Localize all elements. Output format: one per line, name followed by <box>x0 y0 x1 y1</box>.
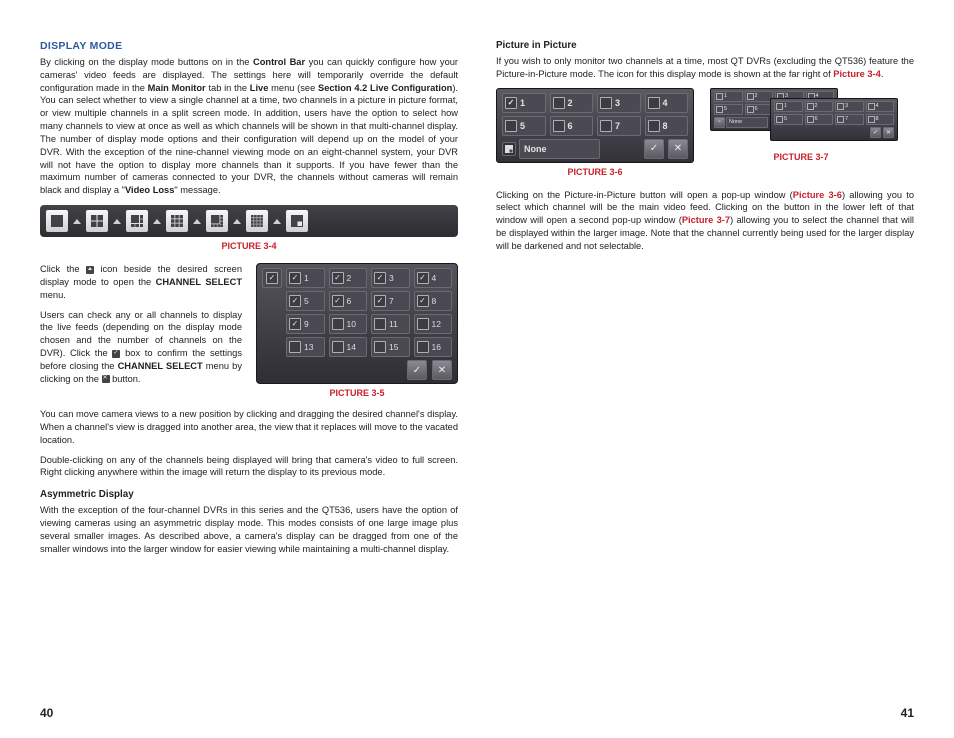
para-pip-explain: Clicking on the Picture-in-Picture butto… <box>496 189 914 253</box>
caption-picture-3-4: PICTURE 3-4 <box>40 241 458 251</box>
asym-view-icon[interactable] <box>206 210 228 232</box>
channel-checkbox[interactable]: 9 <box>286 314 325 334</box>
pip-view-icon[interactable] <box>286 210 308 232</box>
para-channel-select-2: Users can check any or all channels to d… <box>40 309 242 386</box>
para-displaymode: By clicking on the display mode buttons … <box>40 56 458 197</box>
confirm-button[interactable]: ✓ <box>870 127 881 138</box>
heading-display-mode: DISPLAY MODE <box>40 40 458 52</box>
sixteen-view-icon[interactable] <box>246 210 268 232</box>
check-icon <box>112 350 120 358</box>
pip-channel[interactable]: 2 <box>550 93 594 113</box>
pip-channel[interactable]: 8 <box>645 116 689 136</box>
channel-checkbox[interactable]: 13 <box>286 337 325 357</box>
arrow-up-icon[interactable] <box>113 219 121 224</box>
close-button[interactable]: ✕ <box>668 139 688 159</box>
channel-checkbox[interactable]: 8 <box>414 291 453 311</box>
pip-channel[interactable]: 1 <box>502 93 546 113</box>
pip-sub-button[interactable]: ▫ <box>714 117 725 128</box>
quad-view-icon[interactable] <box>86 210 108 232</box>
arrow-up-icon[interactable] <box>233 219 241 224</box>
close-button[interactable]: ✕ <box>883 127 894 138</box>
arrow-up-icon <box>86 266 94 274</box>
pip-sub-button[interactable] <box>502 142 516 156</box>
channel-checkbox[interactable]: 4 <box>414 268 453 288</box>
pip-channel[interactable]: 1 <box>714 91 743 102</box>
para-drag: You can move camera views to a new posit… <box>40 408 458 446</box>
arrow-up-icon[interactable] <box>193 219 201 224</box>
pip-channel[interactable]: 6 <box>550 116 594 136</box>
pip-selector-large: 1 2 3 4 5 6 7 8 None <box>496 88 694 163</box>
channel-checkbox[interactable]: 16 <box>414 337 453 357</box>
confirm-button[interactable]: ✓ <box>407 360 427 380</box>
channel-checkbox[interactable]: 1 <box>286 268 325 288</box>
pip-channel[interactable]: 3 <box>597 93 641 113</box>
para-pip-intro: If you wish to only monitor two channels… <box>496 55 914 81</box>
channel-checkbox[interactable]: 5 <box>286 291 325 311</box>
heading-pip: Picture in Picture <box>496 40 914 51</box>
arrow-up-icon[interactable] <box>273 219 281 224</box>
pip-channel[interactable]: 7 <box>597 116 641 136</box>
channel-checkbox[interactable]: 2 <box>329 268 368 288</box>
channel-checkbox[interactable]: 6 <box>329 291 368 311</box>
channel-checkbox[interactable]: 11 <box>371 314 410 334</box>
close-button[interactable]: ✕ <box>432 360 452 380</box>
channel-checkbox[interactable]: 15 <box>371 337 410 357</box>
channel-checkbox[interactable]: 12 <box>414 314 453 334</box>
pip-none-option[interactable]: None <box>519 139 600 159</box>
channel-checkbox[interactable]: 10 <box>329 314 368 334</box>
page-number-left: 40 <box>40 706 53 720</box>
arrow-up-icon[interactable] <box>73 219 81 224</box>
pip-channel[interactable]: 5 <box>502 116 546 136</box>
caption-picture-3-5: PICTURE 3-5 <box>256 388 458 398</box>
page-number-right: 41 <box>901 706 914 720</box>
single-view-icon[interactable] <box>46 210 68 232</box>
confirm-button[interactable]: ✓ <box>644 139 664 159</box>
channel-checkbox[interactable]: 7 <box>371 291 410 311</box>
channel-checkbox[interactable]: 14 <box>329 337 368 357</box>
nine-view-icon[interactable] <box>166 210 188 232</box>
caption-picture-3-6: PICTURE 3-6 <box>496 167 694 177</box>
caption-picture-3-7: PICTURE 3-7 <box>710 152 892 162</box>
para-channel-select-1: Click the icon beside the desired screen… <box>40 263 242 301</box>
heading-asymmetric: Asymmetric Display <box>40 489 458 500</box>
close-icon <box>102 375 110 383</box>
pip-selector-cascade: 1234 5678 ▫None 1234 5678 ✓✕ <box>710 88 892 144</box>
pip-none-option[interactable]: None <box>726 117 768 128</box>
arrow-up-icon[interactable] <box>153 219 161 224</box>
para-dblclick: Double-clicking on any of the channels b… <box>40 454 458 480</box>
channel-select-panel: 1 2 3 4 5 6 7 8 9 10 <box>256 263 458 384</box>
para-asymmetric: With the exception of the four-channel D… <box>40 504 458 555</box>
six-view-icon[interactable] <box>126 210 148 232</box>
select-all-checkbox[interactable] <box>262 268 282 288</box>
display-mode-toolbar <box>40 205 458 237</box>
channel-checkbox[interactable]: 3 <box>371 268 410 288</box>
pip-channel[interactable]: 4 <box>645 93 689 113</box>
